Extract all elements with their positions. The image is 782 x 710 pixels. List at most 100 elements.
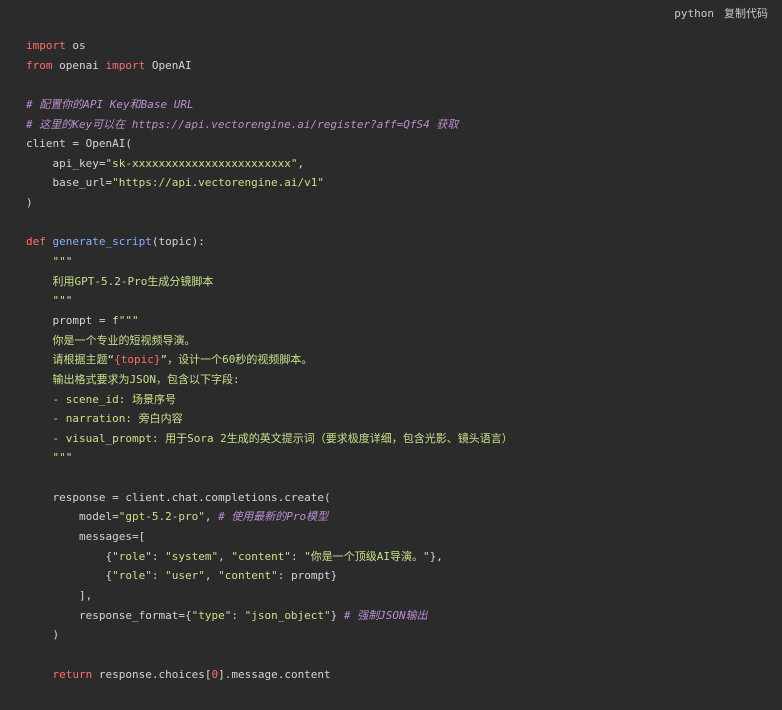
code-token: "role" <box>112 549 152 563</box>
code-token: OpenAI <box>145 58 192 72</box>
code-token: - visual_prompt: 用于Sora 2生成的英文提示词（要求极度详细… <box>26 431 513 445</box>
code-token: """ <box>118 313 139 327</box>
code-token: messages=[ <box>26 530 146 544</box>
code-token: """ <box>26 255 73 269</box>
code-line: ], <box>26 586 772 606</box>
code-line: messages=[ <box>26 527 772 547</box>
code-token: }, <box>429 549 443 563</box>
code-token: "type" <box>191 608 232 622</box>
code-line: import os <box>26 36 772 56</box>
code-line: return response.choices[0].message.conte… <box>26 665 772 685</box>
code-token: } <box>330 608 344 622</box>
code-token: ) <box>26 196 33 210</box>
code-token: prompt = f <box>26 313 119 327</box>
code-line: 请根据主题“{topic}”，设计一个60秒的视频脚本。 <box>26 350 772 370</box>
code-token: ], <box>26 588 93 602</box>
code-line: - scene_id: 场景序号 <box>26 390 772 410</box>
code-token: openai <box>52 58 106 72</box>
code-token: 你是一个专业的短视频导演。 <box>26 333 196 347</box>
code-token: """ <box>26 294 73 308</box>
code-token: : <box>151 569 166 583</box>
code-token: {topic} <box>114 353 161 367</box>
code-token: # 强制JSON输出 <box>343 608 428 622</box>
code-token: , <box>204 510 219 524</box>
code-token: : <box>151 549 166 563</box>
code-line: api_key="sk-xxxxxxxxxxxxxxxxxxxxxxxx", <box>26 154 772 174</box>
code-line: client = OpenAI( <box>26 134 772 154</box>
code-line: 利用GPT-5.2-Pro生成分镜脚本 <box>26 272 772 292</box>
code-line: base_url="https://api.vectorengine.ai/v1… <box>26 173 772 193</box>
code-token: def <box>26 235 46 249</box>
code-token: - narration: 旁白内容 <box>26 412 183 426</box>
code-line: ) <box>26 193 772 213</box>
code-line: model="gpt-5.2-pro", # 使用最新的Pro模型 <box>26 507 772 527</box>
code-line: """ <box>26 291 772 311</box>
code-line: 你是一个专业的短视频导演。 <box>26 331 772 351</box>
code-token: : <box>231 608 245 622</box>
code-token: , <box>218 549 232 563</box>
code-line: {"role": "user", "content": prompt} <box>26 566 772 586</box>
code-token: os <box>65 39 86 52</box>
code-token: ) <box>26 628 60 642</box>
code-token: # 配置你的API Key和Base URL <box>26 97 194 111</box>
language-label: python <box>674 6 714 20</box>
code-token: - scene_id: 场景序号 <box>26 392 176 406</box>
code-line: ) <box>26 625 772 645</box>
code-toolbar: python 复制代码 <box>674 5 768 21</box>
code-line: from openai import OpenAI <box>26 56 772 76</box>
code-token: ].message.content <box>218 667 331 681</box>
code-line: - narration: 旁白内容 <box>26 409 772 429</box>
code-line: - visual_prompt: 用于Sora 2生成的英文提示词（要求极度详细… <box>26 429 772 449</box>
code-token: response.choices[ <box>92 667 212 681</box>
code-token: base_url= <box>26 176 113 190</box>
code-body[interactable]: import os from openai import OpenAI # 配置你… <box>26 36 772 684</box>
code-line: """ <box>26 448 772 468</box>
code-block: python 复制代码 import os from openai import … <box>0 0 782 710</box>
code-token: : <box>290 549 305 563</box>
copy-code-button[interactable]: 复制代码 <box>724 5 768 21</box>
code-token: # 这里的Key可以在 https://api.vectorengine.ai/… <box>26 117 459 131</box>
code-line: # 这里的Key可以在 https://api.vectorengine.ai/… <box>26 115 772 135</box>
code-token: ”，设计一个60秒的视频脚本。 <box>160 353 313 367</box>
code-token: import <box>105 58 146 72</box>
code-token: "system" <box>165 549 219 563</box>
code-line: response_format={"type": "json_object"} … <box>26 606 772 626</box>
code-token: { <box>26 569 113 583</box>
code-token: # 使用最新的Pro模型 <box>218 510 329 524</box>
code-token: response = client.chat.completions.creat… <box>26 490 331 504</box>
code-token: "json_object" <box>244 608 331 622</box>
code-token: "role" <box>112 569 152 583</box>
code-line: # 配置你的API Key和Base URL <box>26 95 772 115</box>
code-token: "content" <box>218 569 278 583</box>
code-token: , <box>204 569 219 583</box>
code-token: response_format={ <box>26 608 192 622</box>
code-token: return <box>52 667 93 681</box>
code-token: , <box>297 156 305 170</box>
code-token: api_key= <box>26 156 106 170</box>
code-token: "gpt-5.2-pro" <box>118 510 205 524</box>
code-token: (topic): <box>151 235 205 249</box>
code-line: response = client.chat.completions.creat… <box>26 488 772 508</box>
code-token: model= <box>26 510 119 524</box>
code-line: prompt = f""" <box>26 311 772 331</box>
code-token: 请根据主题“ <box>26 353 115 367</box>
code-line: {"role": "system", "content": "你是一个顶级AI导… <box>26 547 772 567</box>
code-token: "https://api.vectorengine.ai/v1" <box>112 176 325 190</box>
code-line: 输出格式要求为JSON，包含以下字段: <box>26 370 772 390</box>
code-line: """ <box>26 252 772 272</box>
code-token: generate_script <box>52 235 152 249</box>
code-token: { <box>26 549 113 563</box>
code-token: """ <box>26 451 73 465</box>
code-token: import <box>26 39 66 52</box>
code-token: "user" <box>165 569 205 583</box>
code-token: from <box>26 58 53 72</box>
code-line: def generate_script(topic): <box>26 232 772 252</box>
code-token: "你是一个顶级AI导演。" <box>304 549 430 563</box>
code-token: client = OpenAI( <box>26 137 132 151</box>
